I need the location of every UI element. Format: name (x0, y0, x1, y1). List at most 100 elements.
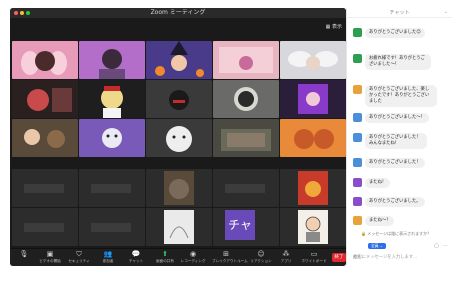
avatar (353, 28, 362, 37)
video-tile[interactable] (12, 119, 78, 157)
message-text: またね！ (365, 178, 391, 188)
breakout-rooms-button[interactable]: ⊞ ブレイクアウトルーム (212, 250, 248, 266)
view-button[interactable]: ▦ 表示 (326, 24, 342, 30)
video-tile[interactable] (146, 208, 212, 246)
shield-icon: ⛉ (76, 250, 82, 258)
participant-video (213, 41, 279, 79)
breakout-rooms-icon: ⊞ (223, 250, 229, 258)
chat-icon: 💬 (131, 250, 141, 258)
name-placeholder (24, 223, 64, 232)
participant-video (12, 119, 78, 157)
video-tile[interactable] (213, 80, 279, 118)
avatar (353, 113, 362, 122)
message-text: ありがとうございました〜！ (365, 113, 429, 123)
meeting-toolbar: 🎙 ▣ ビデオの開始 ⛉ セキュリティ 👥 参加者 💬 チャット ⬆ 画面の共有 ◉ レコー… (10, 248, 346, 266)
participant-video (298, 210, 328, 244)
whiteboard-button[interactable]: ▭ ホワイトボード (300, 250, 328, 266)
avatar (353, 216, 362, 225)
video-tile[interactable] (12, 80, 78, 118)
video-tile-off[interactable] (12, 169, 78, 207)
participant-video (146, 41, 212, 79)
video-tile-off[interactable] (79, 169, 145, 207)
participant-video (298, 171, 328, 205)
video-muted-icon: ▣ (46, 250, 54, 258)
whiteboard-icon: ▭ (310, 250, 318, 258)
video-tile[interactable] (280, 119, 346, 157)
window-title: Zoom ミーティング (150, 9, 206, 16)
mute-button[interactable]: 🎙 (10, 250, 38, 266)
video-tile[interactable] (79, 80, 145, 118)
chat-popout-icon[interactable]: ⌄ (444, 9, 448, 15)
video-tile[interactable] (146, 169, 212, 207)
participant-video (164, 171, 194, 205)
end-meeting-button[interactable]: 終了 (332, 253, 346, 262)
file-share-icon[interactable]: ▢ (434, 243, 439, 249)
chat-visibility-notice[interactable]: 🔒 メッセージは誰に表示されますか？ (361, 231, 431, 237)
video-tile-off[interactable] (12, 208, 78, 246)
participant-video (280, 119, 346, 157)
share-screen-button[interactable]: ⬆ 画面の共有 (151, 250, 179, 266)
zoom-meeting-window: Zoom ミーティング ▦ 表示 チャ 🎙 ▣ ビデオの開始 ⛉ セキュリティ … (10, 8, 346, 266)
avatar (353, 85, 362, 94)
message-text: ありがとうございました！みんなまたね！ (365, 133, 427, 149)
participants-button[interactable]: 👥 参加者 (94, 250, 122, 266)
video-tile[interactable]: チャ (213, 208, 279, 246)
name-placeholder (225, 184, 265, 193)
share-screen-icon: ⬆ (162, 250, 168, 258)
participant-video (280, 80, 346, 118)
participant-video (213, 80, 279, 118)
video-tile[interactable] (146, 119, 212, 157)
chat-message-input[interactable] (353, 253, 447, 262)
video-tile[interactable] (79, 119, 145, 157)
apps-button[interactable]: ⁂ アプリ (272, 250, 300, 266)
view-label: 表示 (331, 24, 342, 30)
participant-video (12, 80, 78, 118)
participant-name-card: チャ (225, 210, 255, 240)
reactions-icon: ☺ (257, 250, 265, 258)
participant-video (79, 119, 145, 157)
recipient-select[interactable]: 全員 ⌄ (368, 243, 386, 249)
chat-title: チャット (347, 8, 452, 18)
video-tile[interactable] (280, 169, 346, 207)
participant-video (146, 119, 212, 157)
participant-video (12, 41, 78, 79)
name-placeholder (24, 184, 64, 193)
video-tile[interactable] (12, 41, 78, 79)
message-text: ありがとうございました😊 (365, 28, 425, 38)
record-icon: ◉ (189, 250, 197, 258)
name-placeholder (91, 223, 131, 232)
chat-button[interactable]: 💬 チャット (122, 250, 150, 266)
avatar (353, 158, 362, 167)
message-text: ありがとうございました、楽しかったです！ありがとうございました (365, 85, 437, 107)
participant-video (146, 80, 212, 118)
avatar (353, 54, 362, 63)
video-tile[interactable] (146, 41, 212, 79)
title-bar: Zoom ミーティング (10, 8, 346, 18)
record-button[interactable]: ◉ レコーディング (179, 250, 207, 266)
security-button[interactable]: ⛉ セキュリティ (65, 250, 93, 266)
avatar (353, 133, 362, 142)
video-tile[interactable] (280, 41, 346, 79)
video-tile[interactable] (213, 41, 279, 79)
more-options-icon[interactable]: ⋯ (443, 243, 448, 249)
video-tile[interactable] (213, 119, 279, 157)
reactions-button[interactable]: ☺ リアクション (247, 250, 275, 266)
participants-icon: 👥 (103, 250, 113, 258)
avatar (353, 178, 362, 187)
start-video-button[interactable]: ▣ ビデオの開始 (36, 250, 64, 266)
message-text: またね〜！ (365, 216, 395, 226)
participant-video (213, 119, 279, 157)
chat-panel: チャット ⌄ ありがとうございました😊 お疲れ様です！ありがとうございました〜！… (346, 8, 452, 266)
message-text: お疲れ様です！ありがとうございました〜！ (365, 54, 431, 70)
recipient-value: 全員 (371, 243, 379, 248)
video-tile[interactable] (280, 208, 346, 246)
apps-icon: ⁂ (282, 250, 290, 258)
video-tile[interactable] (146, 80, 212, 118)
video-tile-off[interactable] (79, 208, 145, 246)
video-tile[interactable] (79, 41, 145, 79)
notice-text: メッセージは誰に表示されますか？ (367, 231, 432, 236)
video-tile[interactable] (280, 80, 346, 118)
message-text: ありがとうございました！ (365, 158, 425, 168)
video-tile-off[interactable] (213, 169, 279, 207)
name-placeholder (91, 184, 131, 193)
